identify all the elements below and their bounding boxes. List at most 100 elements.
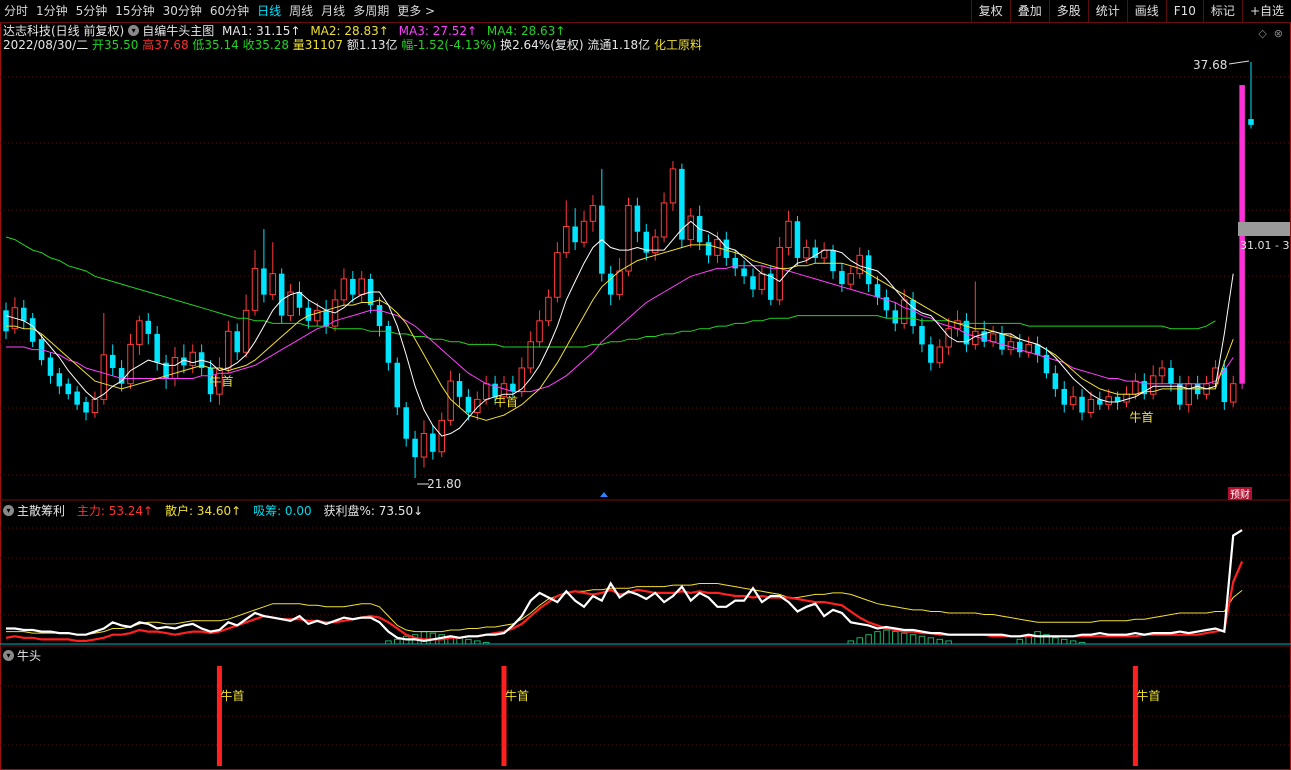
- candle-body: [412, 438, 418, 458]
- absorb-bar: [865, 634, 872, 645]
- candle-body: [1132, 380, 1139, 395]
- candle-body: [999, 333, 1005, 350]
- candle-body: [562, 226, 570, 254]
- candle-body: [430, 433, 436, 452]
- absorb-bar: [1052, 637, 1059, 645]
- signal-bar: [216, 666, 222, 766]
- candle-body: [74, 391, 80, 405]
- candle-body: [1168, 367, 1174, 384]
- candle-body: [1052, 373, 1059, 389]
- absorb-bar: [1060, 638, 1068, 645]
- ma2-line: [6, 244, 1234, 421]
- candle-body: [278, 273, 285, 316]
- candle-body: [376, 305, 383, 327]
- candle-body: [1185, 383, 1193, 406]
- candle-body: [420, 432, 428, 458]
- candle-body: [127, 343, 134, 385]
- low-price-label: 21.80: [427, 477, 461, 491]
- absorb-bar: [909, 634, 917, 645]
- candle-body: [839, 271, 845, 285]
- candle-body: [580, 220, 588, 243]
- candle-body: [251, 267, 259, 311]
- candle-body: [171, 356, 179, 379]
- candle-body: [741, 268, 747, 277]
- candle-body: [189, 351, 197, 366]
- high-pointer: [1228, 60, 1250, 65]
- signal-bar-label: 牛首: [220, 688, 244, 703]
- candle-body: [56, 373, 63, 387]
- news-tag-label: 预财: [1230, 488, 1250, 501]
- candle-body: [989, 333, 997, 343]
- candle-body: [234, 331, 240, 353]
- absorb-bar: [1016, 638, 1024, 645]
- candle-body: [1229, 383, 1237, 403]
- absorb-bar: [1034, 631, 1041, 645]
- candle-body: [1069, 396, 1077, 406]
- candle-body: [83, 402, 89, 413]
- candle-body: [865, 255, 872, 285]
- candle-body: [616, 270, 623, 296]
- candle-body: [910, 299, 916, 327]
- absorb-bar: [927, 637, 935, 645]
- candle-body: [403, 407, 409, 439]
- absorb-bar: [936, 638, 944, 645]
- candle-body: [830, 250, 836, 272]
- candle-body: [954, 320, 961, 330]
- candle-body: [589, 205, 597, 222]
- retail-line: [6, 583, 1243, 636]
- candle-body: [1079, 396, 1085, 413]
- candle-body: [687, 215, 695, 241]
- candle-body: [660, 202, 668, 238]
- candle-body: [803, 246, 810, 259]
- candle-body: [21, 307, 27, 321]
- candle-body: [518, 367, 526, 393]
- absorb-bar: [856, 637, 863, 645]
- absorb-bar: [892, 631, 899, 645]
- candle-body: [109, 354, 116, 368]
- candle-body: [776, 246, 783, 301]
- candle-body: [705, 242, 712, 256]
- candle-body: [847, 273, 855, 285]
- high-price-label: 37.68: [1193, 58, 1227, 72]
- candle-body: [1007, 341, 1015, 351]
- candle-body: [750, 276, 756, 290]
- absorb-bar: [394, 638, 401, 645]
- candle-body: [323, 310, 329, 327]
- candle-body: [1025, 343, 1032, 353]
- candle-body: [545, 296, 552, 322]
- signal-label: 牛首: [209, 373, 233, 388]
- signal-bar: [1132, 666, 1138, 766]
- chart-canvas[interactable]: 37.6821.8031.01 - 3牛首牛首牛首预财牛首 牛首 牛首: [0, 0, 1291, 770]
- candle-body: [928, 344, 934, 363]
- candle-body: [242, 309, 250, 353]
- candle-body: [225, 330, 232, 369]
- candle-body: [350, 278, 356, 295]
- price-tag-box: [1238, 222, 1290, 236]
- candle-body: [625, 205, 632, 272]
- candle-body: [136, 320, 143, 345]
- absorb-bar: [900, 632, 908, 645]
- candle-body: [154, 333, 160, 363]
- absorb-bar: [874, 631, 881, 645]
- candle-body: [358, 278, 365, 296]
- marker-icon: [600, 492, 608, 497]
- candle-body: [296, 292, 303, 308]
- candle-body: [91, 398, 99, 414]
- candle-body: [794, 221, 801, 258]
- candle-body: [936, 346, 944, 364]
- price-tag-label: 31.01 - 3: [1240, 239, 1289, 252]
- candle-body: [510, 383, 516, 392]
- candle-body: [669, 168, 677, 204]
- candle-body: [527, 341, 534, 369]
- candle-body: [634, 205, 641, 232]
- absorb-bar: [883, 629, 890, 645]
- candle-body: [874, 284, 881, 298]
- signal-label: 牛首: [494, 394, 518, 409]
- signal-label: 牛首: [1129, 409, 1153, 424]
- candle-body: [900, 299, 908, 324]
- candle-body: [340, 278, 348, 301]
- candle-body: [785, 220, 792, 248]
- candle-body: [1248, 119, 1254, 125]
- candle-body: [1087, 398, 1095, 414]
- candle-body: [1061, 388, 1068, 405]
